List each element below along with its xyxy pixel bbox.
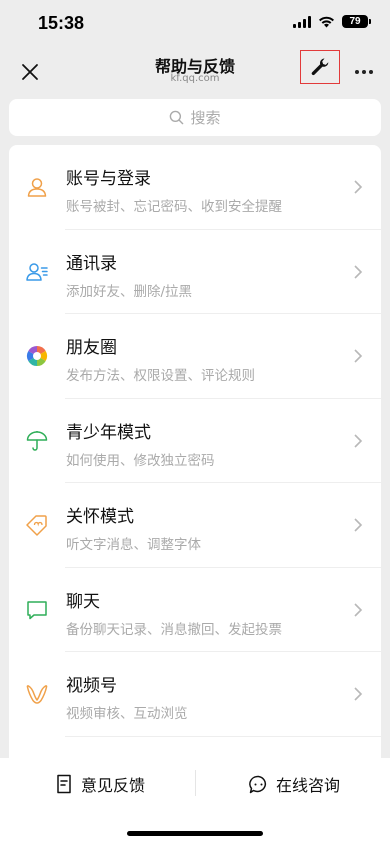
- help-topic-list: 账号与登录 账号被封、忘记密码、收到安全提醒 通讯录 添加好友、删除/拉黑 朋友…: [9, 145, 381, 785]
- nav-bar: 帮助与反馈 kf.qq.com: [0, 50, 390, 94]
- chevron-right-icon: [354, 349, 363, 363]
- battery-indicator: 79: [342, 15, 371, 28]
- feedback-label: 意见反馈: [81, 776, 146, 795]
- channels-icon: [26, 685, 48, 704]
- item-description: 视频审核、互动浏览: [66, 706, 188, 722]
- chevron-right-icon: [354, 602, 363, 617]
- online-consult-button[interactable]: 在线咨询: [249, 772, 340, 796]
- item-title: 账号与登录: [66, 169, 151, 189]
- wifi-icon: [319, 16, 334, 27]
- item-title: 青少年模式: [66, 422, 151, 443]
- chevron-right-icon: [354, 433, 363, 448]
- chat-bubble-icon: [27, 600, 47, 619]
- item-description: 账号被封、忘记密码、收到安全提醒: [66, 199, 282, 215]
- item-title: 通讯录: [66, 253, 117, 274]
- list-item-care-mode[interactable]: 关怀模式 听文字消息、调整字体: [9, 483, 381, 568]
- status-icons: 79: [293, 15, 371, 28]
- chevron-right-icon: [354, 518, 363, 532]
- search-placeholder: 搜索: [190, 109, 221, 127]
- status-bar: 15:38 79: [0, 0, 390, 50]
- list-item-moments[interactable]: 朋友圈 发布方法、权限设置、评论规则: [9, 314, 381, 399]
- more-dot-icon: [362, 70, 366, 74]
- person-icon: [27, 178, 47, 197]
- umbrella-icon: [26, 430, 48, 451]
- list-item-contacts[interactable]: 通讯录 添加好友、删除/拉黑: [9, 230, 381, 314]
- cellular-signal-icon: [293, 15, 311, 28]
- item-title: 视频号: [66, 676, 117, 696]
- item-title: 聊天: [66, 591, 100, 612]
- more-dot-icon: [355, 70, 359, 74]
- more-dot-icon: [369, 70, 373, 74]
- chat-dots-icon: [249, 775, 267, 793]
- search-icon: [170, 110, 184, 125]
- status-time: 15:38: [38, 13, 85, 33]
- item-description: 如何使用、修改独立密码: [66, 452, 215, 469]
- chevron-right-icon: [354, 180, 363, 194]
- item-title: 朋友圈: [66, 338, 117, 358]
- moments-icon: [26, 345, 48, 367]
- feedback-button[interactable]: 意见反馈: [55, 772, 145, 796]
- divider: [195, 770, 196, 796]
- document-icon: [57, 774, 71, 794]
- item-description: 发布方法、权限设置、评论规则: [66, 368, 255, 384]
- more-options-button[interactable]: [350, 58, 378, 86]
- item-title: 关怀模式: [66, 507, 134, 527]
- care-tag-icon: [26, 515, 47, 536]
- item-description: 备份聊天记录、消息撤回、发起投票: [66, 621, 282, 638]
- wrench-icon: [311, 58, 329, 76]
- list-item-channels[interactable]: 视频号 视频审核、互动浏览: [9, 652, 381, 737]
- list-item-account-login[interactable]: 账号与登录 账号被封、忘记密码、收到安全提醒: [9, 145, 381, 230]
- chevron-right-icon: [354, 687, 363, 701]
- bottom-action-bar: 意见反馈 在线咨询: [0, 758, 390, 844]
- home-indicator[interactable]: [127, 831, 263, 836]
- chevron-right-icon: [354, 264, 363, 279]
- tools-button[interactable]: [300, 50, 340, 84]
- divider: [65, 735, 381, 737]
- list-item-chat[interactable]: 聊天 备份聊天记录、消息撤回、发起投票: [9, 568, 381, 652]
- item-description: 添加好友、删除/拉黑: [66, 283, 193, 300]
- search-input[interactable]: 搜索: [9, 99, 381, 136]
- contacts-icon: [26, 262, 48, 281]
- item-description: 听文字消息、调整字体: [66, 537, 201, 553]
- list-item-teen-mode[interactable]: 青少年模式 如何使用、修改独立密码: [9, 399, 381, 483]
- consult-label: 在线咨询: [276, 776, 341, 795]
